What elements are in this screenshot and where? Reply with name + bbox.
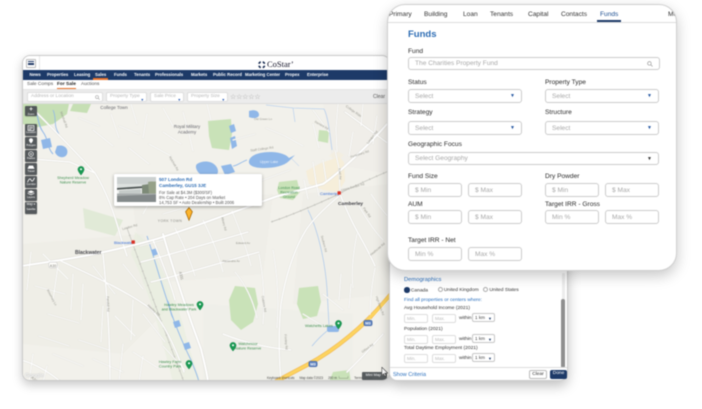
svg-text:Recreation: Recreation [280,191,297,195]
svg-text:A30: A30 [50,264,56,268]
svg-text:Camberley: Camberley [338,201,363,207]
svg-text:Nature Reserve: Nature Reserve [235,347,262,351]
svg-text:Country Park: Country Park [159,365,181,369]
svg-text:Academy: Academy [178,130,197,135]
svg-text:Hawley Farm: Hawley Farm [159,360,181,364]
svg-text:Camberley: Camberley [320,191,339,196]
svg-text:Edward Av: Edward Av [236,241,251,245]
svg-text:London Road: London Road [278,186,300,190]
svg-text:YORK TOWN: YORK TOWN [158,219,183,223]
svg-text:Ground: Ground [283,195,295,199]
svg-text:Hawley Meadows: Hawley Meadows [164,303,194,307]
svg-text:Fernhill Rd: Fernhill Rd [106,296,111,312]
svg-text:Old Green Ln: Old Green Ln [254,117,272,121]
svg-text:Watchetts Lakes: Watchetts Lakes [305,324,333,328]
svg-text:Shepherd Meadow: Shepherd Meadow [57,176,89,180]
svg-text:Nature Reserve: Nature Reserve [60,181,87,185]
svg-text:M3: M3 [310,362,316,367]
svg-text:Blackwater: Blackwater [75,250,101,256]
svg-text:Watchmoor: Watchmoor [238,342,258,346]
svg-text:and Blackwater Park: and Blackwater Park [162,308,197,312]
svg-text:Blackwater: Blackwater [114,240,134,245]
svg-text:M3: M3 [365,321,371,326]
svg-text:Alexandra Av: Alexandra Av [222,259,240,263]
svg-text:Royal Military: Royal Military [174,124,201,129]
svg-text:College Town: College Town [100,105,128,110]
svg-text:Upper Lake: Upper Lake [260,160,278,164]
